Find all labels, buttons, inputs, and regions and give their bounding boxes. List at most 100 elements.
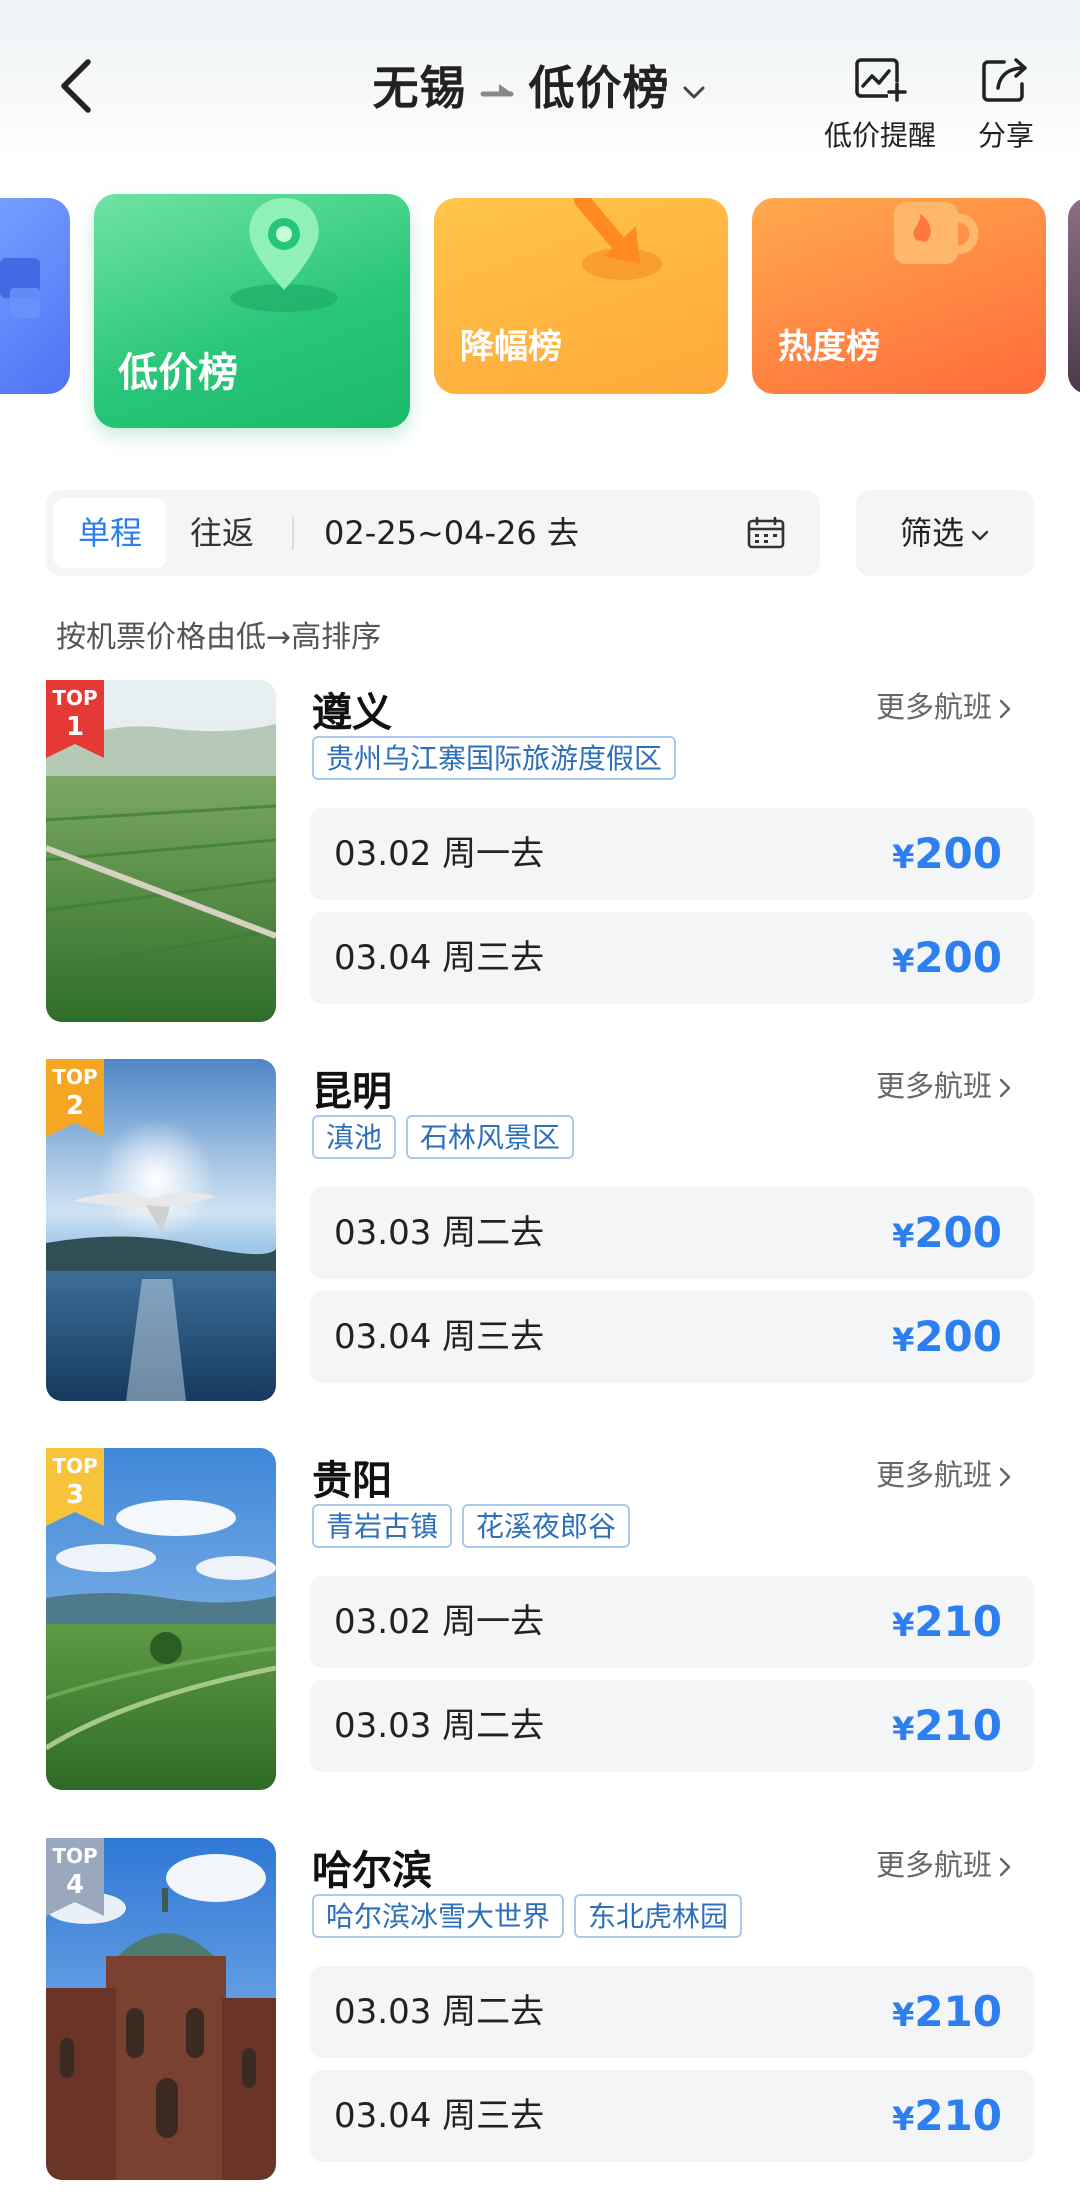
page: 无锡 低价榜 低价提醒 分享 低价榜 降幅榜 热度榜 单程 往返 02-25~0… bbox=[0, 0, 1080, 2194]
ranking-cards-carousel[interactable]: 低价榜 降幅榜 热度榜 bbox=[0, 170, 1080, 430]
rank-number: 4 bbox=[65, 1870, 85, 1900]
flight-date: 03.04 周三去 bbox=[334, 2096, 545, 2136]
attraction-tags: 贵州乌江寨国际旅游度假区 bbox=[312, 736, 686, 782]
flight-date: 03.03 周二去 bbox=[334, 1213, 545, 1253]
city-name: 昆明 bbox=[312, 1069, 392, 1115]
chevron-down-icon bbox=[971, 530, 989, 541]
flight-price: ¥210 bbox=[892, 1966, 1002, 2061]
price-value: 210 bbox=[914, 1701, 1002, 1750]
flight-price: ¥200 bbox=[892, 1187, 1002, 1282]
price-value: 210 bbox=[914, 1597, 1002, 1646]
price-value: 200 bbox=[914, 1208, 1002, 1257]
divider bbox=[292, 516, 294, 550]
price-value: 200 bbox=[914, 933, 1002, 982]
price-value: 210 bbox=[914, 1987, 1002, 2036]
chevron-down-icon bbox=[683, 86, 704, 98]
flight-option[interactable]: 03.03 周二去 ¥210 bbox=[310, 1680, 1034, 1772]
rank-top-label: TOP bbox=[52, 686, 98, 710]
flight-price: ¥200 bbox=[892, 808, 1002, 903]
flight-price: ¥210 bbox=[892, 1680, 1002, 1775]
location-pin-icon bbox=[230, 198, 338, 312]
rank-badge: TOP 1 bbox=[46, 680, 104, 758]
rank-top-label: TOP bbox=[52, 1844, 98, 1868]
flight-price: ¥210 bbox=[892, 1576, 1002, 1671]
destination-item[interactable]: TOP 2 昆明 更多航班 滇池 石林风景区 03.03 周二去 ¥200 03.… bbox=[0, 1059, 1080, 1409]
currency-symbol: ¥ bbox=[892, 1996, 915, 2034]
flight-date: 03.03 周二去 bbox=[334, 1706, 545, 1746]
tab-round-trip[interactable]: 往返 bbox=[166, 498, 278, 568]
price-alert-button[interactable]: 低价提醒 bbox=[818, 54, 942, 154]
tab-one-way[interactable]: 单程 bbox=[54, 498, 166, 568]
calendar-icon[interactable] bbox=[746, 516, 786, 550]
price-value: 200 bbox=[914, 829, 1002, 878]
flight-price: ¥200 bbox=[892, 912, 1002, 1007]
flight-date: 03.03 周二去 bbox=[334, 1992, 545, 2032]
currency-symbol: ¥ bbox=[892, 1710, 915, 1748]
flight-option[interactable]: 03.02 周一去 ¥210 bbox=[310, 1576, 1034, 1668]
flight-option[interactable]: 03.04 周三去 ¥210 bbox=[310, 2070, 1034, 2162]
more-flights-link[interactable]: 更多航班 bbox=[876, 1452, 1014, 1494]
flight-price: ¥210 bbox=[892, 2070, 1002, 2165]
attraction-tag[interactable]: 东北虎林园 bbox=[574, 1894, 743, 1938]
one-way-arrow-icon bbox=[480, 83, 513, 96]
date-range-selector[interactable]: 02-25~04-26 去 bbox=[324, 490, 579, 576]
rank-number: 3 bbox=[65, 1480, 85, 1510]
price-alert-label: 低价提醒 bbox=[823, 119, 936, 152]
attraction-tag[interactable]: 滇池 bbox=[312, 1115, 397, 1159]
attraction-tag[interactable]: 花溪夜郎谷 bbox=[462, 1504, 631, 1548]
flight-option[interactable]: 03.04 周三去 ¥200 bbox=[310, 1291, 1034, 1383]
chevron-right-icon bbox=[999, 1078, 1011, 1098]
attraction-tag[interactable]: 石林风景区 bbox=[406, 1115, 575, 1159]
flight-price: ¥200 bbox=[892, 1291, 1002, 1386]
attraction-tags: 青岩古镇 花溪夜郎谷 bbox=[312, 1504, 640, 1550]
more-flights-label: 更多航班 bbox=[876, 1458, 993, 1492]
price-alert-icon bbox=[855, 58, 907, 102]
ranking-card-label: 降幅榜 bbox=[460, 327, 562, 367]
currency-symbol: ¥ bbox=[892, 942, 915, 980]
down-trend-arrow-icon bbox=[574, 198, 662, 280]
flight-option[interactable]: 03.04 周三去 ¥200 bbox=[310, 912, 1034, 1004]
more-flights-link[interactable]: 更多航班 bbox=[876, 684, 1014, 726]
header-bar: 无锡 低价榜 低价提醒 分享 bbox=[0, 0, 1080, 160]
flight-option[interactable]: 03.03 周二去 ¥210 bbox=[310, 1966, 1034, 2058]
more-flights-label: 更多航班 bbox=[876, 1069, 993, 1103]
more-flights-label: 更多航班 bbox=[876, 1848, 993, 1882]
flight-option[interactable]: 03.02 周一去 ¥200 bbox=[310, 808, 1034, 900]
flight-date: 03.04 周三去 bbox=[334, 1317, 545, 1357]
chevron-right-icon bbox=[999, 1467, 1011, 1487]
ranking-card-hot[interactable]: 热度榜 bbox=[752, 198, 1046, 394]
origin-city: 无锡 bbox=[372, 61, 467, 115]
chevron-right-icon bbox=[999, 1857, 1011, 1877]
city-name: 贵阳 bbox=[312, 1458, 392, 1504]
rank-number: 1 bbox=[65, 712, 85, 742]
trip-filter-bar: 单程 往返 02-25~04-26 去 bbox=[46, 490, 820, 576]
flight-date: 03.02 周一去 bbox=[334, 1602, 545, 1642]
rank-badge: TOP 4 bbox=[46, 1838, 104, 1916]
currency-symbol: ¥ bbox=[892, 1217, 915, 1255]
ranking-card-partial-left[interactable] bbox=[0, 198, 70, 394]
price-value: 200 bbox=[914, 1312, 1002, 1361]
destination-item[interactable]: TOP 3 贵阳 更多航班 青岩古镇 花溪夜郎谷 03.02 周一去 ¥210 0… bbox=[0, 1448, 1080, 1798]
city-name: 遵义 bbox=[312, 690, 392, 736]
ranking-card-drop[interactable]: 降幅榜 bbox=[434, 198, 728, 394]
ranking-card-low-price[interactable]: 低价榜 bbox=[94, 194, 410, 428]
price-value: 210 bbox=[914, 2091, 1002, 2140]
attraction-tag[interactable]: 青岩古镇 bbox=[312, 1504, 453, 1548]
more-flights-link[interactable]: 更多航班 bbox=[876, 1063, 1014, 1105]
share-button[interactable]: 分享 bbox=[966, 54, 1046, 154]
destination-item[interactable]: TOP 1 遵义 更多航班 贵州乌江寨国际旅游度假区 03.02 周一去 ¥20… bbox=[0, 680, 1080, 1030]
attraction-tag[interactable]: 贵州乌江寨国际旅游度假区 bbox=[312, 736, 677, 780]
flight-date: 03.02 周一去 bbox=[334, 834, 545, 874]
page-title-text: 低价榜 bbox=[528, 61, 670, 115]
filter-button[interactable]: 筛选 bbox=[856, 490, 1034, 576]
ranking-card-partial-right[interactable] bbox=[1068, 198, 1080, 394]
attraction-tag[interactable]: 哈尔滨冰雪大世界 bbox=[312, 1894, 565, 1938]
flight-option[interactable]: 03.03 周二去 ¥200 bbox=[310, 1187, 1034, 1279]
ranking-card-label: 低价榜 bbox=[118, 350, 238, 396]
chevron-right-icon bbox=[999, 699, 1011, 719]
more-flights-link[interactable]: 更多航班 bbox=[876, 1842, 1014, 1884]
share-icon bbox=[982, 58, 1027, 102]
rank-number: 2 bbox=[65, 1091, 85, 1121]
destination-item[interactable]: TOP 4 哈尔滨 更多航班 哈尔滨冰雪大世界 东北虎林园 03.03 周二去 ¥… bbox=[0, 1838, 1080, 2188]
sort-description: 按机票价格由低→高排序 bbox=[56, 620, 382, 655]
